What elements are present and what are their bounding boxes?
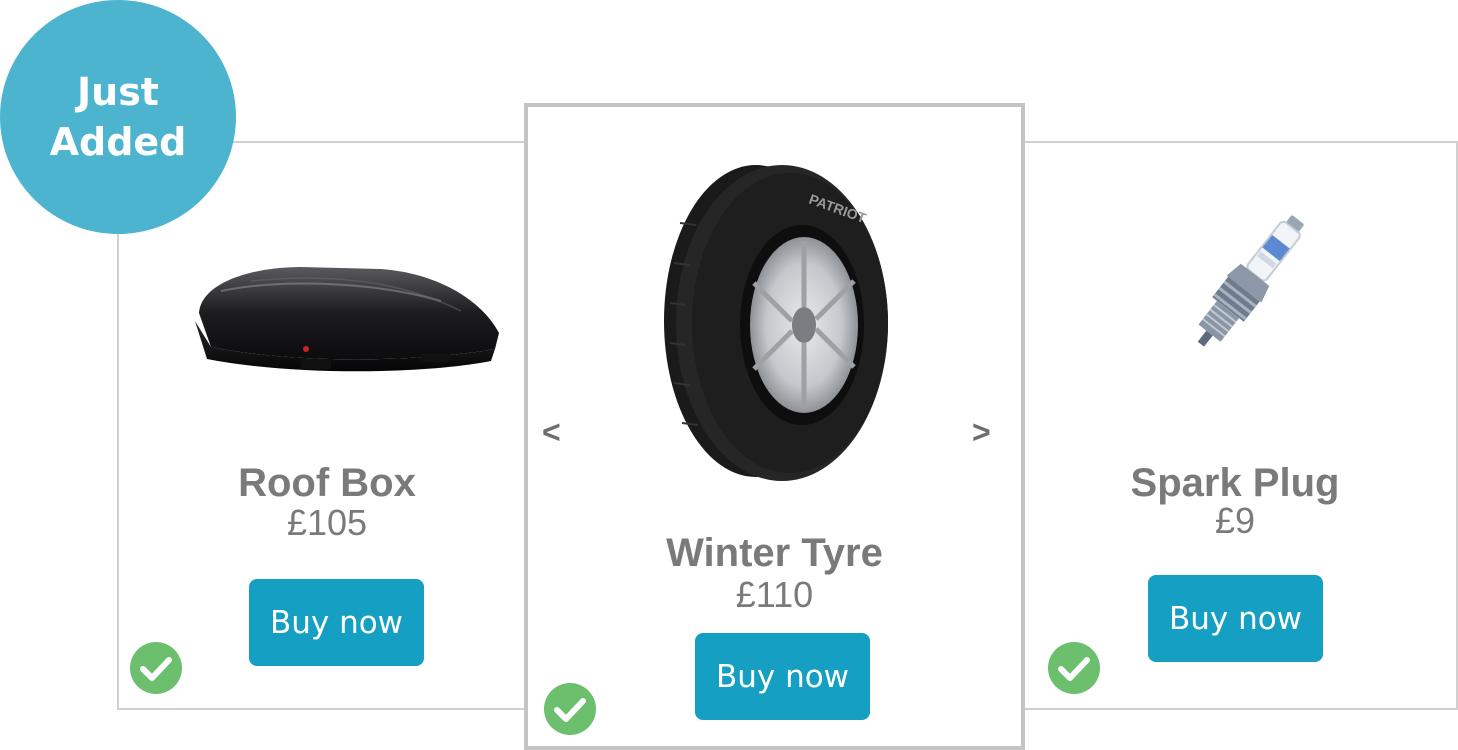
carousel-next-button[interactable]: > — [972, 416, 991, 448]
badge-line-2: Added — [49, 120, 187, 164]
buy-now-button[interactable]: Buy now — [249, 579, 424, 666]
buy-now-button[interactable]: Buy now — [1148, 575, 1323, 662]
product-price: £110 — [735, 574, 814, 615]
roof-box-image — [195, 267, 499, 372]
product-price: £105 — [286, 502, 368, 543]
product-card-spark-plug: Spark Plug £9 Buy now — [1012, 141, 1458, 710]
checkmark-icon — [130, 642, 182, 694]
product-name: Spark Plug — [1130, 461, 1340, 505]
carousel-prev-button[interactable]: < — [542, 416, 561, 448]
product-price: £9 — [1214, 500, 1256, 541]
product-name: Roof Box — [238, 461, 416, 505]
product-card-winter-tyre: PATRIOT < > Winter Tyre £110 Buy now — [524, 103, 1025, 750]
just-added-badge: Just Added — [0, 0, 236, 234]
badge-line-1: Just — [77, 70, 159, 114]
product-carousel: Just Added Roof Box £105 Buy now Spark P… — [0, 0, 1458, 750]
winter-tyre-image: PATRIOT — [664, 165, 888, 481]
buy-now-button[interactable]: Buy now — [695, 633, 870, 720]
checkmark-icon — [544, 683, 596, 735]
product-card-roof-box: Roof Box £105 Buy now — [117, 141, 537, 710]
spark-plug-image — [1197, 215, 1304, 347]
checkmark-icon — [1048, 642, 1100, 694]
product-name: Winter Tyre — [666, 531, 883, 575]
